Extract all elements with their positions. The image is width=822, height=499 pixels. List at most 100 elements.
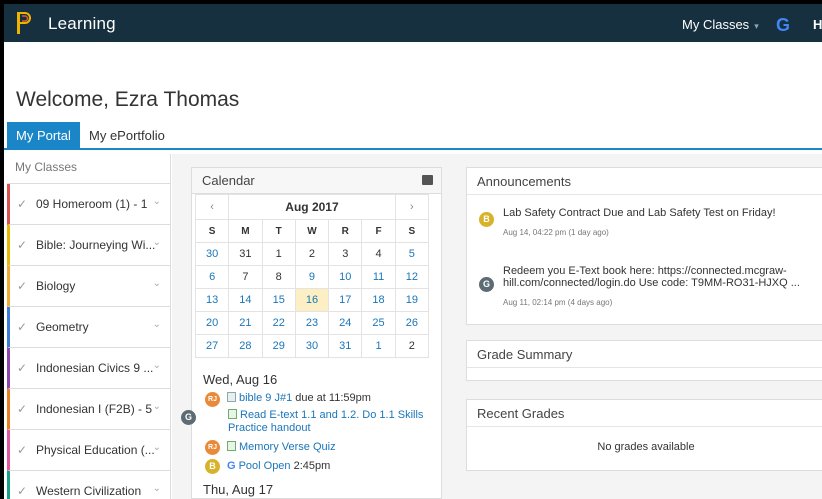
google-icon[interactable]: G <box>776 15 790 36</box>
calendar-day[interactable]: 22 <box>261 311 296 335</box>
event-link[interactable]: bible 9 J#1 <box>239 392 292 404</box>
avatar: B <box>205 459 220 474</box>
calendar-day[interactable]: 24 <box>328 311 363 335</box>
calendar-day[interactable]: 11 <box>361 265 396 289</box>
check-icon[interactable]: ✓ <box>17 402 27 416</box>
chevron-down-icon[interactable]: ⌄ <box>153 442 161 453</box>
calendar-week-row: 27 28 29 30 31 1 2 <box>194 334 430 358</box>
chevron-down-icon[interactable]: ⌄ <box>153 319 161 330</box>
calendar-day[interactable]: 3 <box>328 242 363 266</box>
calendar-day[interactable]: 30 <box>194 242 230 266</box>
p-logo-icon[interactable] <box>17 12 31 34</box>
sidebar-class-item[interactable]: ✓ Indonesian Civics 9 ... ⌄ <box>7 348 170 389</box>
no-grades-message: No grades available <box>597 441 695 453</box>
help-menu-truncated[interactable]: H <box>813 17 822 32</box>
calendar-day[interactable]: 9 <box>294 265 330 289</box>
class-name: 09 Homeroom (1) - 1 <box>36 197 148 211</box>
sidebar-class-item[interactable]: ✓ Physical Education (... ⌄ <box>7 430 170 471</box>
check-icon[interactable]: ✓ <box>17 443 27 457</box>
class-name: Western Civilization <box>36 484 142 498</box>
calendar-day[interactable]: 5 <box>394 242 430 266</box>
sidebar-class-item[interactable]: ✓ Geometry ⌄ <box>7 307 170 348</box>
agenda-event[interactable]: B G Pool Open 2:45pm <box>192 459 443 479</box>
check-icon[interactable]: ✓ <box>17 361 27 375</box>
recent-grades-header: Recent Grades <box>467 400 822 427</box>
calendar-day[interactable]: 6 <box>194 265 230 289</box>
calendar-day[interactable]: 15 <box>261 288 296 312</box>
tab-my-portal[interactable]: My Portal <box>7 122 80 150</box>
check-icon[interactable]: ✓ <box>17 484 27 498</box>
calendar-day[interactable]: 2 <box>394 334 430 358</box>
calendar-day[interactable]: 17 <box>328 288 363 312</box>
agenda-event[interactable]: RJ bible 9 J#1 due at 11:59pm <box>192 392 443 409</box>
calendar-day[interactable]: 16 <box>294 288 330 312</box>
event-link[interactable]: Read E-text 1.1 and 1.2. Do 1.1 Skills P… <box>228 409 423 434</box>
calendar-day[interactable]: 8 <box>261 265 296 289</box>
calendar-grid: ‹ Aug 2017 › SMTWRFS 30 31 1 2 3 4 5 6 7 8 9 10 11 12… <box>194 194 430 358</box>
agenda-day-heading: Thu, Aug 17 <box>203 482 274 497</box>
calendar-day[interactable]: 1 <box>261 242 296 266</box>
calendar-day[interactable]: 13 <box>194 288 230 312</box>
announcement-text: hill.com/connected/login.do Use code: T9… <box>503 277 800 289</box>
announcement-text: Lab Safety Contract Due and Lab Safety T… <box>503 207 776 219</box>
announcement-item[interactable]: B Lab Safety Contract Due and Lab Safety… <box>467 195 822 245</box>
event-link[interactable]: Pool Open <box>239 460 291 472</box>
chevron-down-icon[interactable]: ⌄ <box>153 196 161 207</box>
calendar-day[interactable]: 27 <box>194 334 230 358</box>
calendar-day[interactable]: 4 <box>361 242 396 266</box>
calendar-day[interactable]: 20 <box>194 311 230 335</box>
print-icon[interactable] <box>422 175 433 185</box>
chevron-down-icon[interactable]: ⌄ <box>153 360 161 371</box>
sidebar-class-item[interactable]: ✓ Bible: Journeying Wi... ⌄ <box>7 225 170 266</box>
chevron-down-icon[interactable]: ⌄ <box>153 237 161 248</box>
calendar-day[interactable]: 7 <box>228 265 263 289</box>
calendar-day[interactable]: 12 <box>394 265 430 289</box>
chevron-down-icon[interactable]: ⌄ <box>153 278 161 289</box>
check-icon[interactable]: ✓ <box>17 320 27 334</box>
my-classes-label: My Classes <box>682 17 750 32</box>
calendar-day[interactable]: 31 <box>228 242 263 266</box>
calendar-day[interactable]: 23 <box>294 311 330 335</box>
calendar-day[interactable]: 18 <box>361 288 396 312</box>
weekday-header-row: SMTWRFS <box>194 219 430 243</box>
sidebar-class-item[interactable]: ✓ Western Civilization ⌄ <box>7 471 170 499</box>
calendar-day[interactable]: 2 <box>294 242 330 266</box>
calendar-day[interactable]: 31 <box>328 334 363 358</box>
chevron-down-icon[interactable]: ⌄ <box>153 401 161 412</box>
agenda: Wed, Aug 16 RJ bible 9 J#1 due at 11:59p… <box>181 372 443 497</box>
calendar-day[interactable]: 1 <box>361 334 396 358</box>
check-icon[interactable]: ✓ <box>17 238 27 252</box>
calendar-week-row: 20 21 22 23 24 25 26 <box>194 311 430 335</box>
page-title: Welcome, Ezra Thomas <box>16 88 240 111</box>
calendar-day[interactable]: 26 <box>394 311 430 335</box>
calendar-panel: Calendar ‹ Aug 2017 › SMTWRFS 30 31 1 2 3 4 5 6… <box>181 167 443 499</box>
calendar-day[interactable]: 21 <box>228 311 263 335</box>
calendar-day[interactable]: 25 <box>361 311 396 335</box>
calendar-day[interactable]: 19 <box>394 288 430 312</box>
weekday-label: S <box>394 219 430 243</box>
assignment-icon <box>227 392 236 402</box>
google-icon: G <box>227 460 236 472</box>
tab-my-eportfolio[interactable]: My ePortfolio <box>80 122 174 150</box>
chevron-down-icon[interactable]: ⌄ <box>153 483 161 494</box>
announcement-item[interactable]: G Redeem you E-Text book here: https://c… <box>467 245 822 323</box>
sidebar-class-item[interactable]: ✓ Indonesian I (F2B) - 5 ⌄ <box>7 389 170 430</box>
grade-summary-header: Grade Summary <box>467 341 822 368</box>
check-icon[interactable]: ✓ <box>17 197 27 211</box>
check-icon[interactable]: ✓ <box>17 279 27 293</box>
calendar-week-row: 13 14 15 16 17 18 19 <box>194 288 430 312</box>
calendar-day[interactable]: 10 <box>328 265 363 289</box>
calendar-day[interactable]: 14 <box>228 288 263 312</box>
sidebar-class-item[interactable]: ✓ Biology ⌄ <box>7 266 170 307</box>
my-classes-menu[interactable]: My Classes ▾ <box>682 17 759 32</box>
event-link[interactable]: Memory Verse Quiz <box>239 441 336 453</box>
next-month-button[interactable]: › <box>394 194 430 220</box>
calendar-day[interactable]: 30 <box>294 334 330 358</box>
agenda-event[interactable]: G Read E-text 1.1 and 1.2. Do 1.1 Skills… <box>168 409 443 438</box>
calendar-day[interactable]: 28 <box>228 334 263 358</box>
calendar-day[interactable]: 29 <box>261 334 296 358</box>
sidebar-class-item[interactable]: ✓ 09 Homeroom (1) - 1 ⌄ <box>7 184 170 225</box>
agenda-event[interactable]: RJ Memory Verse Quiz <box>192 440 443 460</box>
app-title: Learning <box>48 14 116 33</box>
prev-month-button[interactable]: ‹ <box>194 194 230 220</box>
